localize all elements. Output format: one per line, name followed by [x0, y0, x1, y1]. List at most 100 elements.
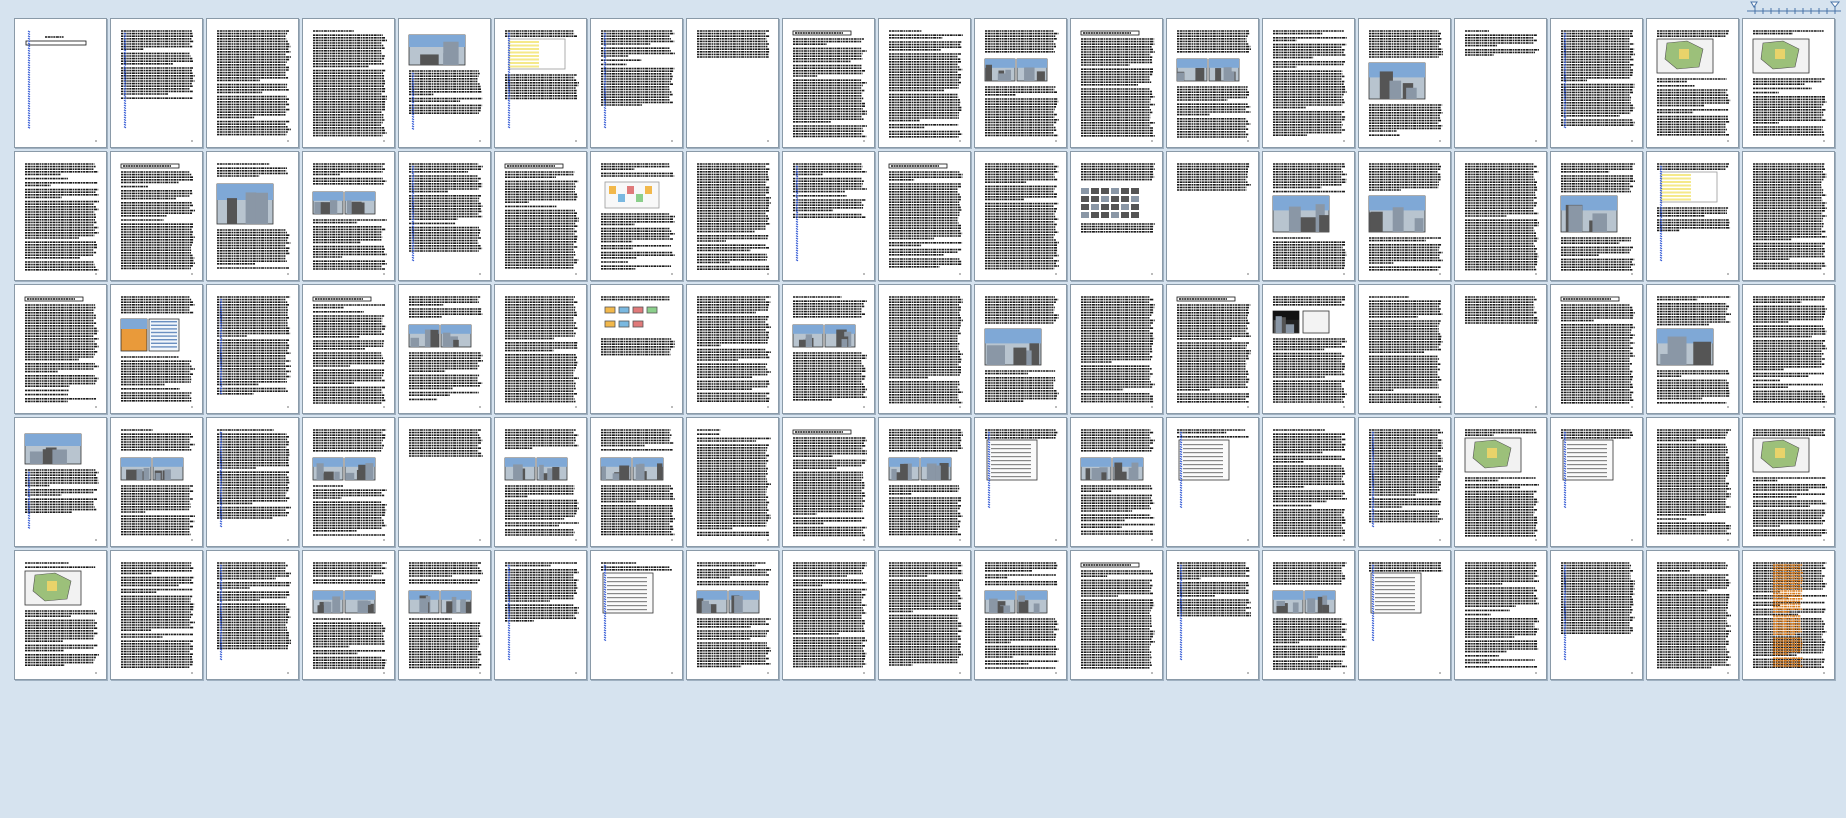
page-thumbnail[interactable] [398, 18, 491, 148]
page-thumbnail[interactable] [974, 550, 1067, 680]
page-thumbnail[interactable] [110, 151, 203, 281]
page-thumbnail[interactable] [1550, 284, 1643, 414]
page-thumbnail[interactable] [1742, 550, 1835, 680]
page-thumbnail[interactable] [590, 550, 683, 680]
page-thumbnail[interactable] [302, 151, 395, 281]
page-thumbnail[interactable] [590, 284, 683, 414]
page-thumbnail[interactable] [494, 417, 587, 547]
page-thumbnail[interactable] [1454, 151, 1547, 281]
page-thumbnail[interactable] [974, 284, 1067, 414]
page-thumbnail[interactable] [494, 151, 587, 281]
page-thumbnail[interactable] [1262, 151, 1355, 281]
page-thumbnail[interactable] [206, 18, 299, 148]
page-thumbnail[interactable] [302, 417, 395, 547]
page-thumbnail[interactable] [1166, 284, 1259, 414]
page-thumbnail[interactable] [398, 151, 491, 281]
page-thumbnail[interactable] [1166, 417, 1259, 547]
page-thumbnail[interactable] [206, 284, 299, 414]
page-thumbnail[interactable] [494, 18, 587, 148]
page-thumbnail[interactable] [1454, 284, 1547, 414]
page-thumbnail[interactable] [1358, 417, 1451, 547]
page-thumbnail[interactable] [206, 417, 299, 547]
page-thumbnail[interactable] [1550, 151, 1643, 281]
page-thumbnail[interactable] [398, 550, 491, 680]
page-thumbnail[interactable] [686, 550, 779, 680]
page-thumbnail[interactable] [1070, 550, 1163, 680]
page-thumbnail[interactable] [1070, 151, 1163, 281]
page-thumbnail[interactable] [686, 151, 779, 281]
page-thumbnail[interactable] [398, 417, 491, 547]
page-thumbnail[interactable] [1070, 284, 1163, 414]
page-thumbnail[interactable] [206, 550, 299, 680]
page-thumbnail[interactable] [110, 284, 203, 414]
page-thumbnail[interactable] [974, 151, 1067, 281]
page-thumbnail[interactable] [782, 284, 875, 414]
page-thumbnail[interactable] [1262, 417, 1355, 547]
page-thumbnail[interactable] [1262, 550, 1355, 680]
page-thumbnail[interactable] [1358, 18, 1451, 148]
page-thumbnail[interactable] [782, 151, 875, 281]
page-content-preview [888, 163, 963, 275]
page-thumbnail[interactable] [1166, 550, 1259, 680]
page-thumbnail[interactable] [782, 417, 875, 547]
page-thumbnail[interactable] [302, 550, 395, 680]
page-content-preview [505, 296, 579, 408]
page-thumbnail[interactable] [1454, 18, 1547, 148]
page-thumbnail[interactable] [878, 18, 971, 148]
page-thumbnail[interactable] [878, 417, 971, 547]
page-thumbnail[interactable] [1070, 417, 1163, 547]
page-thumbnail[interactable] [1358, 550, 1451, 680]
page-thumbnail[interactable] [878, 284, 971, 414]
page-content-preview [601, 30, 675, 142]
page-thumbnail[interactable] [14, 151, 107, 281]
page-thumbnail[interactable] [110, 417, 203, 547]
page-thumbnail[interactable] [1550, 550, 1643, 680]
page-thumbnail[interactable] [14, 550, 107, 680]
page-thumbnail[interactable] [590, 151, 683, 281]
page-thumbnail[interactable] [1646, 417, 1739, 547]
page-thumbnail[interactable] [1166, 18, 1259, 148]
page-thumbnail[interactable] [1742, 284, 1835, 414]
page-thumbnail[interactable] [110, 18, 203, 148]
ruler-icon[interactable] [1745, 0, 1846, 16]
page-thumbnail[interactable] [398, 284, 491, 414]
page-content-preview [697, 30, 770, 142]
page-thumbnail[interactable] [878, 151, 971, 281]
page-thumbnail[interactable] [1070, 18, 1163, 148]
page-thumbnail[interactable] [14, 417, 107, 547]
page-thumbnail[interactable] [590, 18, 683, 148]
page-thumbnail[interactable] [494, 284, 587, 414]
page-thumbnail[interactable] [1646, 284, 1739, 414]
page-thumbnail[interactable] [302, 284, 395, 414]
page-thumbnail[interactable] [1550, 417, 1643, 547]
page-thumbnail[interactable] [686, 18, 779, 148]
page-thumbnail[interactable] [494, 550, 587, 680]
page-thumbnail[interactable] [1550, 18, 1643, 148]
page-thumbnail[interactable] [974, 417, 1067, 547]
page-thumbnail[interactable] [1262, 18, 1355, 148]
page-thumbnail[interactable] [1742, 18, 1835, 148]
page-thumbnail[interactable] [686, 284, 779, 414]
page-thumbnail[interactable] [974, 18, 1067, 148]
page-thumbnail[interactable] [1646, 151, 1739, 281]
page-thumbnail[interactable] [878, 550, 971, 680]
page-thumbnail[interactable] [206, 151, 299, 281]
page-thumbnail[interactable] [1646, 18, 1739, 148]
page-thumbnail[interactable] [1454, 417, 1547, 547]
page-thumbnail[interactable] [1262, 284, 1355, 414]
page-thumbnail[interactable] [14, 284, 107, 414]
page-thumbnail[interactable] [1166, 151, 1259, 281]
page-thumbnail[interactable] [1358, 151, 1451, 281]
page-thumbnail[interactable] [1646, 550, 1739, 680]
page-thumbnail[interactable] [14, 18, 107, 148]
page-thumbnail[interactable] [782, 18, 875, 148]
page-thumbnail[interactable] [1454, 550, 1547, 680]
page-thumbnail[interactable] [110, 550, 203, 680]
page-thumbnail[interactable] [1742, 151, 1835, 281]
page-thumbnail[interactable] [590, 417, 683, 547]
page-thumbnail[interactable] [782, 550, 875, 680]
page-thumbnail[interactable] [302, 18, 395, 148]
page-thumbnail[interactable] [1742, 417, 1835, 547]
page-thumbnail[interactable] [1358, 284, 1451, 414]
page-thumbnail[interactable] [686, 417, 779, 547]
